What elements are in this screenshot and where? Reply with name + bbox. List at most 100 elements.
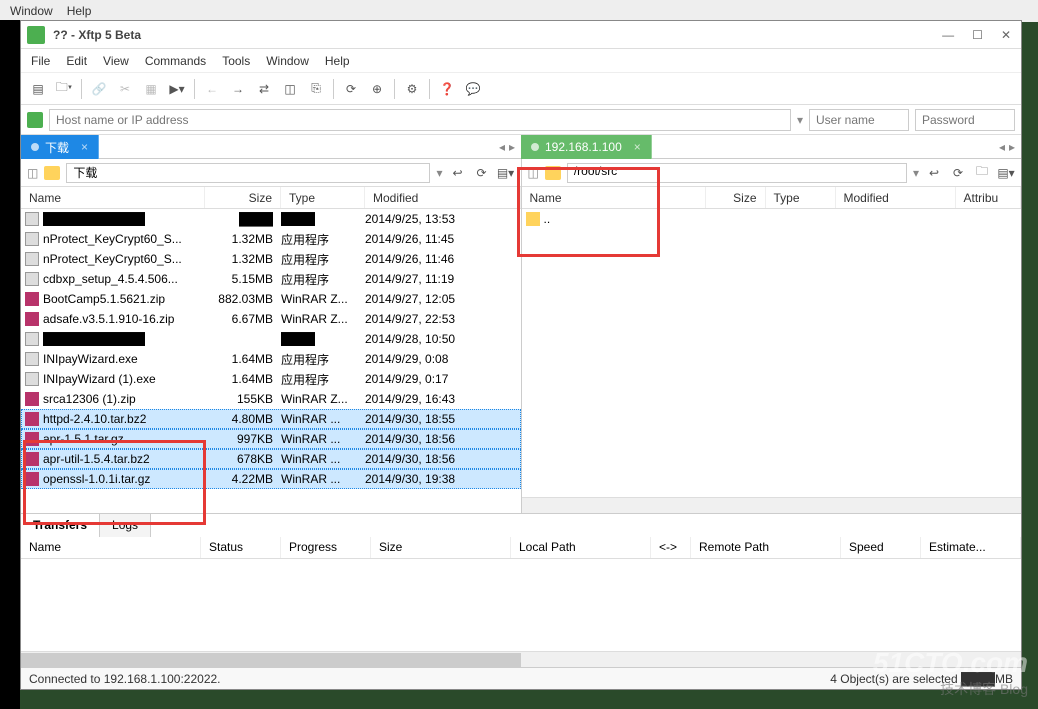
col-modified[interactable]: Modified <box>365 187 521 208</box>
tab-nav-right-icon[interactable]: ▸ <box>1009 140 1015 154</box>
refresh-icon[interactable]: ⟳ <box>473 164 491 182</box>
remote-tab[interactable]: 192.168.1.100 × <box>521 135 652 159</box>
menu-file[interactable]: File <box>31 54 50 68</box>
view-icon[interactable]: ▤▾ <box>497 164 515 182</box>
tab-nav-right-icon[interactable]: ▸ <box>509 140 515 154</box>
open-folder-icon[interactable]: 🗀▾ <box>55 80 73 98</box>
split-icon[interactable]: ◫ <box>528 166 539 180</box>
view-icon[interactable]: ▤▾ <box>997 164 1015 182</box>
file-row[interactable]: nProtect_KeyCrypt60_S...1.32MB应用程序2014/9… <box>21 229 521 249</box>
minimize-button[interactable]: — <box>938 28 958 42</box>
dropdown-icon[interactable]: ▾ <box>436 166 442 180</box>
file-icon <box>25 272 39 286</box>
tcol-remote[interactable]: Remote Path <box>691 537 841 558</box>
go-up-icon[interactable]: ↩ <box>449 164 467 182</box>
col-size[interactable]: Size <box>706 187 766 208</box>
tcol-progress[interactable]: Progress <box>281 537 371 558</box>
file-name: INIpayWizard (1).exe <box>43 372 156 386</box>
file-row[interactable]: .. <box>522 209 1022 229</box>
file-modified: 2014/9/30, 18:56 <box>365 452 505 466</box>
password-input[interactable] <box>915 109 1015 131</box>
chat-icon[interactable]: 💬 <box>464 80 482 98</box>
play-icon[interactable]: ▶▾ <box>168 80 186 98</box>
col-size[interactable]: Size <box>205 187 281 208</box>
new-folder-icon[interactable]: 🗀 <box>973 164 991 182</box>
back-icon[interactable]: ← <box>203 80 221 98</box>
menu-help[interactable]: Help <box>325 54 350 68</box>
local-filelist-body[interactable]: ████████████████████2014/9/25, 13:53nPro… <box>21 209 521 513</box>
properties-icon[interactable]: ▦ <box>142 80 160 98</box>
close-button[interactable]: ✕ <box>997 28 1015 42</box>
disconnect-icon[interactable]: ✂ <box>116 80 134 98</box>
file-row[interactable]: httpd-2.4.10.tar.bz24.80MBWinRAR ...2014… <box>21 409 521 429</box>
dropdown-icon[interactable]: ▾ <box>913 166 919 180</box>
col-name[interactable]: Name <box>522 187 706 208</box>
tab-close-icon[interactable]: × <box>634 140 641 154</box>
transfer-hscroll[interactable] <box>21 651 1021 667</box>
menu-window[interactable]: Window <box>266 54 309 68</box>
file-row[interactable]: srca12306 (1).zip155KBWinRAR Z...2014/9/… <box>21 389 521 409</box>
folder-icon <box>44 166 60 180</box>
help-icon[interactable]: ❓ <box>438 80 456 98</box>
connect-icon[interactable]: 🔗 <box>90 80 108 98</box>
file-name: ████████████ <box>43 212 145 226</box>
file-row[interactable]: BootCamp5.1.5621.zip882.03MBWinRAR Z...2… <box>21 289 521 309</box>
window-icon[interactable]: ◫ <box>281 80 299 98</box>
tcol-local[interactable]: Local Path <box>511 537 651 558</box>
maximize-button[interactable]: ☐ <box>968 28 987 42</box>
tcol-name[interactable]: Name <box>21 537 201 558</box>
file-row[interactable]: INIpayWizard.exe1.64MB应用程序2014/9/29, 0:0… <box>21 349 521 369</box>
file-row[interactable]: ████████████████████2014/9/25, 13:53 <box>21 209 521 229</box>
remote-filelist-body[interactable]: .. <box>522 209 1022 497</box>
file-row[interactable]: nProtect_KeyCrypt60_S...1.32MB应用程序2014/9… <box>21 249 521 269</box>
file-row[interactable]: apr-util-1.5.4.tar.bz2678KBWinRAR ...201… <box>21 449 521 469</box>
col-attributes[interactable]: Attribu <box>956 187 1022 208</box>
local-path-input[interactable]: 下载 <box>66 163 430 183</box>
new-session-icon[interactable]: ▤ <box>29 80 47 98</box>
tab-transfers[interactable]: Transfers <box>21 514 100 537</box>
col-name[interactable]: Name <box>21 187 205 208</box>
file-row[interactable]: INIpayWizard (1).exe1.64MB应用程序2014/9/29,… <box>21 369 521 389</box>
file-row[interactable]: openssl-1.0.1i.tar.gz4.22MBWinRAR ...201… <box>21 469 521 489</box>
sync-icon[interactable]: ⇄ <box>255 80 273 98</box>
tcol-speed[interactable]: Speed <box>841 537 921 558</box>
menu-edit[interactable]: Edit <box>66 54 87 68</box>
split-icon[interactable]: ◫ <box>27 166 38 180</box>
transfer-list[interactable] <box>21 559 1021 651</box>
file-row[interactable]: apr-1.5.1.tar.gz997KBWinRAR ...2014/9/30… <box>21 429 521 449</box>
username-input[interactable] <box>809 109 909 131</box>
refresh-icon[interactable]: ⟳ <box>949 164 967 182</box>
tcol-arrows[interactable]: <-> <box>651 537 691 558</box>
go-up-icon[interactable]: ↩ <box>925 164 943 182</box>
host-dropdown-icon[interactable]: ▾ <box>797 113 803 127</box>
tcol-estimate[interactable]: Estimate... <box>921 537 1021 558</box>
file-icon <box>25 212 39 226</box>
local-tab[interactable]: 下载 × <box>21 135 99 159</box>
tcol-size[interactable]: Size <box>371 537 511 558</box>
host-input[interactable] <box>49 109 791 131</box>
gear-icon[interactable]: ⚙ <box>403 80 421 98</box>
menu-view[interactable]: View <box>103 54 129 68</box>
tab-nav-left-icon[interactable]: ◂ <box>999 140 1005 154</box>
tab-nav-left-icon[interactable]: ◂ <box>499 140 505 154</box>
compass-icon[interactable]: ⊕ <box>368 80 386 98</box>
file-size: 4.80MB <box>205 412 281 426</box>
copy-icon[interactable]: ⎘ <box>307 80 325 98</box>
bg-menu-window[interactable]: Window <box>10 4 53 18</box>
tab-close-icon[interactable]: × <box>81 140 88 154</box>
tab-logs[interactable]: Logs <box>100 514 151 537</box>
remote-hscroll[interactable] <box>522 497 1022 513</box>
tcol-status[interactable]: Status <box>201 537 281 558</box>
remote-path-input[interactable]: /root/src <box>567 163 907 183</box>
file-row[interactable]: adsafe.v3.5.1.910-16.zip6.67MBWinRAR Z..… <box>21 309 521 329</box>
file-row[interactable]: cdbxp_setup_4.5.4.506...5.15MB应用程序2014/9… <box>21 269 521 289</box>
forward-icon[interactable]: → <box>229 80 247 98</box>
menu-tools[interactable]: Tools <box>222 54 250 68</box>
col-modified[interactable]: Modified <box>836 187 956 208</box>
col-type[interactable]: Type <box>281 187 365 208</box>
menu-commands[interactable]: Commands <box>145 54 206 68</box>
file-row[interactable]: ████████████████2014/9/28, 10:50 <box>21 329 521 349</box>
refresh-icon[interactable]: ⟳ <box>342 80 360 98</box>
bg-menu-help[interactable]: Help <box>67 4 92 18</box>
col-type[interactable]: Type <box>766 187 836 208</box>
